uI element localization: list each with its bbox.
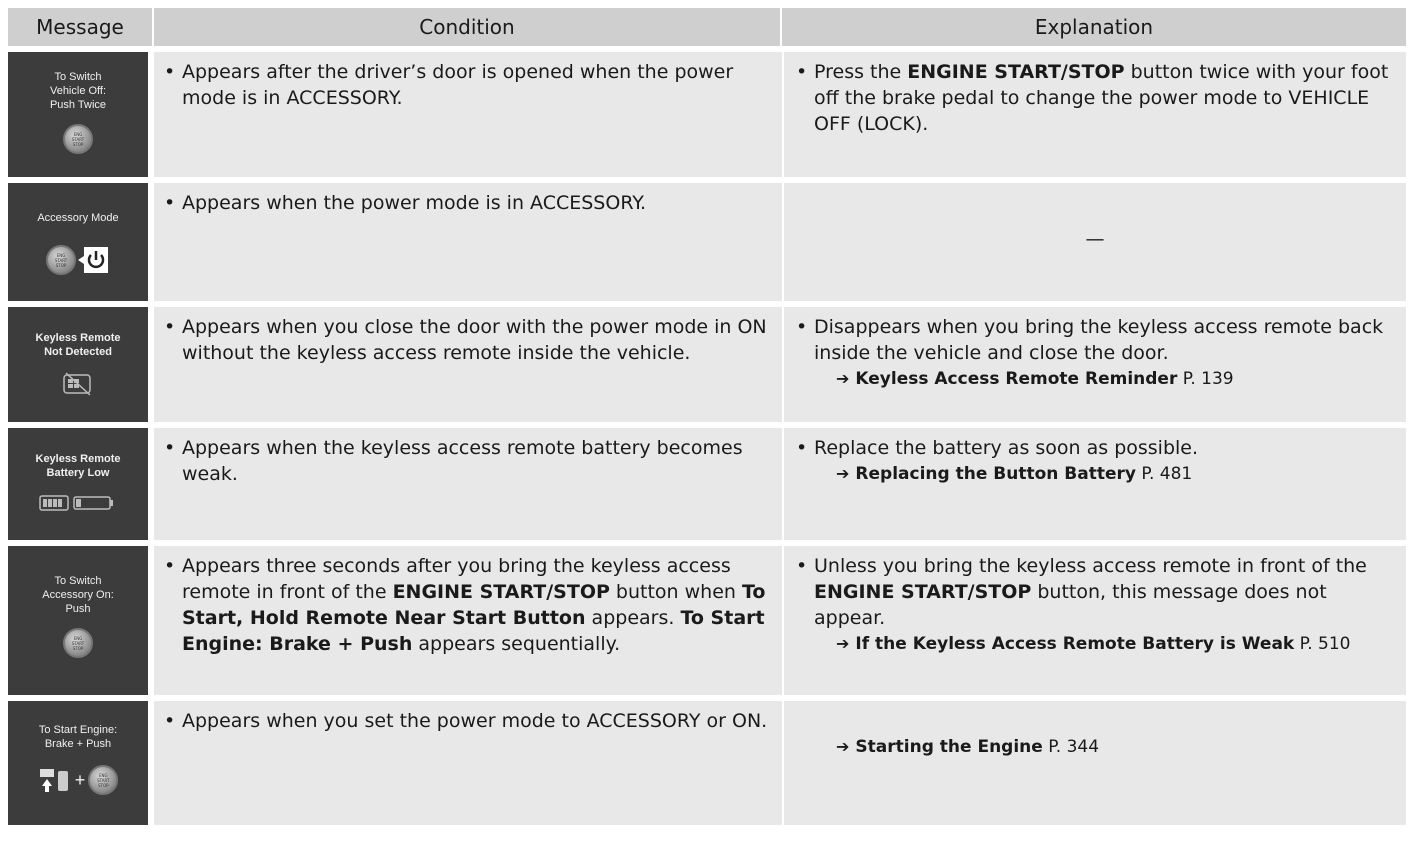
condition-text: Appears when the power mode is in ACCESS…: [164, 190, 774, 216]
reference-page: P. 344: [1048, 737, 1100, 757]
condition-cell: Appears three seconds after you bring th…: [154, 546, 782, 695]
explanation-cell: ➔ Starting the Engine P. 344: [782, 701, 1406, 825]
message-screen: To Switch Accessory On: Push ENG START STO…: [8, 546, 148, 695]
reference-title: Starting the Engine: [855, 737, 1043, 757]
table-row: Keyless Remote Not Detected Appears when…: [8, 307, 1406, 422]
page-reference[interactable]: ➔ If the Keyless Access Remote Battery is…: [836, 631, 1394, 657]
reference-arrow-icon: ➔: [836, 737, 850, 756]
table-row: To Start Engine: Brake + Push + ENG START…: [8, 701, 1406, 825]
header-condition: Condition: [154, 8, 782, 46]
reference-arrow-icon: ➔: [836, 369, 850, 388]
explanation-dash: —: [1085, 228, 1105, 250]
screen-text: To Start Engine: Brake + Push: [38, 724, 118, 750]
engine-start-button-icon: ENG START STOP: [63, 628, 93, 658]
condition-text: Appears when the keyless access remote b…: [164, 435, 774, 487]
brake-pedal-icon: [39, 769, 68, 792]
message-screen-cell: Keyless Remote Not Detected: [8, 307, 154, 422]
header-row: Message Condition Explanation: [8, 8, 1406, 46]
message-screen: To Start Engine: Brake + Push + ENG START…: [8, 701, 148, 825]
message-screen: Keyless Remote Battery Low: [8, 428, 148, 540]
explanation-cell: Replace the battery as soon as possible.…: [782, 428, 1406, 540]
explanation-text: Disappears when you bring the keyless ac…: [796, 314, 1394, 366]
screen-text: Keyless Remote Not Detected: [35, 332, 121, 358]
page-reference[interactable]: ➔ Keyless Access Remote Reminder P. 139: [836, 366, 1394, 392]
table-row: To Switch Accessory On: Push ENG START STO…: [8, 546, 1406, 695]
reference-title: Replacing the Button Battery: [855, 464, 1136, 484]
reference-title: If the Keyless Access Remote Battery is …: [855, 634, 1295, 654]
reference-arrow-icon: ➔: [836, 464, 850, 483]
screen-text: To Switch Accessory On: Push: [42, 575, 114, 615]
explanation-cell: Disappears when you bring the keyless ac…: [782, 307, 1406, 422]
explanation-text: Replace the battery as soon as possible.: [796, 435, 1394, 461]
screen-text: To Switch Vehicle Off: Push Twice: [49, 71, 107, 111]
message-screen-cell: To Switch Accessory On: Push ENG START STO…: [8, 546, 154, 695]
power-icon: [78, 247, 108, 273]
explanation-cell: —: [782, 183, 1406, 301]
table-row: To Switch Vehicle Off: Push Twice ENG STA…: [8, 52, 1406, 177]
engine-start-button-icon: ENG START STOP: [88, 765, 119, 795]
screen-text: Keyless Remote Battery Low: [35, 453, 121, 479]
message-screen: Accessory Mode ENG START STOP: [8, 183, 148, 301]
reference-title: Keyless Access Remote Reminder: [855, 369, 1178, 389]
explanation-cell: Press the ENGINE START/STOP button twice…: [782, 52, 1406, 177]
message-screen-cell: Accessory Mode ENG START STOP: [8, 183, 154, 301]
page-reference[interactable]: ➔ Replacing the Button Battery P. 481: [836, 461, 1394, 487]
table-row: Keyless Remote Battery Low Appe: [8, 428, 1406, 540]
remote-not-detected-icon: [63, 372, 91, 396]
engine-start-button-icon: ENG START STOP: [63, 124, 93, 154]
condition-text: Appears after the driver’s door is opene…: [164, 59, 774, 111]
condition-cell: Appears when you set the power mode to A…: [154, 701, 782, 825]
message-screen-cell: To Switch Vehicle Off: Push Twice ENG STA…: [8, 52, 154, 177]
message-screen-cell: Keyless Remote Battery Low: [8, 428, 154, 540]
header-explanation: Explanation: [782, 8, 1406, 46]
explanation-text: Press the ENGINE START/STOP button twice…: [796, 59, 1394, 137]
condition-cell: Appears after the driver’s door is opene…: [154, 52, 782, 177]
page-reference[interactable]: ➔ Starting the Engine P. 344: [836, 708, 1394, 760]
condition-cell: Appears when the keyless access remote b…: [154, 428, 782, 540]
message-table: Message Condition Explanation To Switch …: [8, 2, 1406, 831]
reference-page: P. 510: [1299, 634, 1351, 654]
condition-text: Appears when you set the power mode to A…: [164, 708, 774, 734]
condition-cell: Appears when you close the door with the…: [154, 307, 782, 422]
message-screen: Keyless Remote Not Detected: [8, 307, 148, 422]
message-screen-cell: To Start Engine: Brake + Push + ENG START…: [8, 701, 154, 825]
screen-text: Accessory Mode: [37, 212, 119, 224]
table-row: Accessory Mode ENGSTARTSTOP Appears when…: [8, 183, 1406, 301]
remote-battery-low-icon: [39, 495, 113, 511]
message-screen: To Switch Vehicle Off: Push Twice ENG STA…: [8, 52, 148, 177]
explanation-text: Unless you bring the keyless access remo…: [796, 553, 1394, 631]
condition-cell: Appears when the power mode is in ACCESS…: [154, 183, 782, 301]
engine-start-button-icon: ENG START STOP: [46, 245, 76, 275]
reference-page: P. 481: [1141, 464, 1193, 484]
reference-page: P. 139: [1182, 369, 1234, 389]
header-message: Message: [8, 8, 154, 46]
explanation-cell: Unless you bring the keyless access remo…: [782, 546, 1406, 695]
condition-text: Appears when you close the door with the…: [164, 314, 774, 366]
reference-arrow-icon: ➔: [836, 634, 850, 653]
plus-sign: +: [74, 770, 86, 790]
condition-text: Appears three seconds after you bring th…: [164, 553, 774, 657]
